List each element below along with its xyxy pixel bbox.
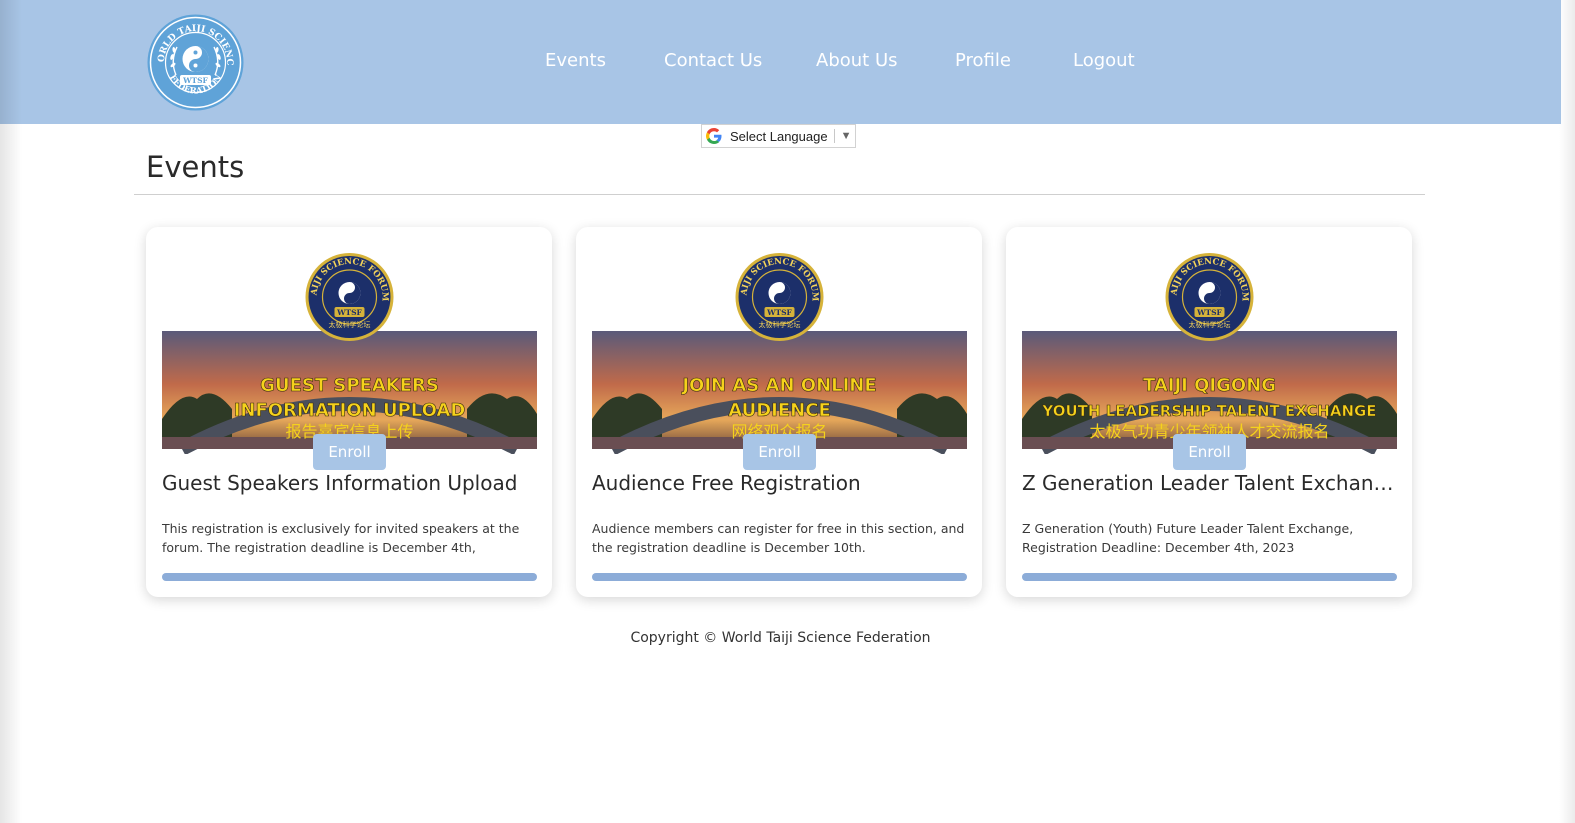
dropdown-arrow-icon: ▼	[840, 130, 852, 142]
banner-line-1: GUEST SPEAKERS	[260, 375, 439, 396]
banner-line-1: TAIJI QIGONG	[1143, 375, 1276, 396]
site-header: WORLD TAIJI SCIENCE FEDERATION WTSF Even…	[0, 0, 1561, 124]
event-description: This registration is exclusively for inv…	[162, 521, 520, 555]
nav-contact-us[interactable]: Contact Us	[664, 50, 762, 71]
card-accent-bar	[592, 573, 967, 581]
event-banner[interactable]: TAIJI SCIENCE FORUMWTSF太极科学论坛JOIN AS AN …	[589, 242, 967, 456]
enroll-button[interactable]: Enroll	[743, 434, 816, 470]
event-description: Z Generation (Youth) Future Leader Talen…	[1022, 521, 1354, 555]
page-title: Events	[146, 150, 245, 184]
nav-events[interactable]: Events	[545, 50, 606, 71]
nav-logout[interactable]: Logout	[1073, 50, 1135, 71]
banner-graphic: TAIJI SCIENCE FORUMWTSF太极科学论坛TAIJI QIGON…	[1019, 242, 1397, 456]
event-title[interactable]: Guest Speakers Information Upload	[162, 471, 537, 495]
event-banner[interactable]: TAIJI SCIENCE FORUMWTSF太极科学论坛GUEST SPEAK…	[159, 242, 537, 456]
seal-cn-text: 太极科学论坛	[329, 320, 371, 329]
seal-mid-text: WTSF	[336, 308, 362, 317]
banner-graphic: TAIJI SCIENCE FORUMWTSF太极科学论坛JOIN AS AN …	[589, 242, 967, 456]
wtsf-logo[interactable]: WORLD TAIJI SCIENCE FEDERATION WTSF	[146, 13, 245, 112]
banner-line-2: YOUTH LEADERSHIP TALENT EXCHANGE	[1041, 402, 1376, 420]
seal-mid-text: WTSF	[1196, 308, 1222, 317]
event-card-audience: TAIJI SCIENCE FORUMWTSF太极科学论坛JOIN AS AN …	[576, 227, 982, 597]
card-accent-bar	[1022, 573, 1397, 581]
language-select[interactable]: Select Language ▼	[701, 124, 856, 148]
event-card-guest-speakers: TAIJI SCIENCE FORUMWTSF太极科学论坛GUEST SPEAK…	[146, 227, 552, 597]
seal-cn-text: 太极科学论坛	[759, 320, 801, 329]
event-title[interactable]: Z Generation Leader Talent Exchange	[1022, 471, 1397, 495]
event-description: Audience members can register for free i…	[592, 521, 965, 555]
nav-profile[interactable]: Profile	[955, 50, 1011, 71]
google-g-icon	[706, 128, 722, 144]
nav-about-us[interactable]: About Us	[816, 50, 898, 71]
title-divider	[134, 194, 1425, 195]
language-select-label: Select Language	[730, 128, 828, 144]
language-select-divider	[833, 129, 835, 143]
banner-line-1: JOIN AS AN ONLINE	[680, 375, 876, 396]
event-banner[interactable]: TAIJI SCIENCE FORUMWTSF太极科学论坛TAIJI QIGON…	[1019, 242, 1397, 456]
seal-cn-text: 太极科学论坛	[1189, 320, 1231, 329]
event-card-z-generation: TAIJI SCIENCE FORUMWTSF太极科学论坛TAIJI QIGON…	[1006, 227, 1412, 597]
enroll-button[interactable]: Enroll	[313, 434, 386, 470]
footer-copyright: Copyright © World Taiji Science Federati…	[630, 630, 931, 646]
card-accent-bar	[162, 573, 537, 581]
banner-graphic: TAIJI SCIENCE FORUMWTSF太极科学论坛GUEST SPEAK…	[159, 242, 537, 456]
svg-text:WTSF: WTSF	[182, 76, 208, 85]
event-title[interactable]: Audience Free Registration	[592, 471, 967, 495]
enroll-button[interactable]: Enroll	[1173, 434, 1246, 470]
banner-line-2: INFORMATION UPLOAD	[234, 400, 466, 421]
banner-line-2: AUDIENCE	[728, 400, 831, 421]
seal-mid-text: WTSF	[766, 308, 792, 317]
page-shadow-right	[1559, 0, 1575, 823]
